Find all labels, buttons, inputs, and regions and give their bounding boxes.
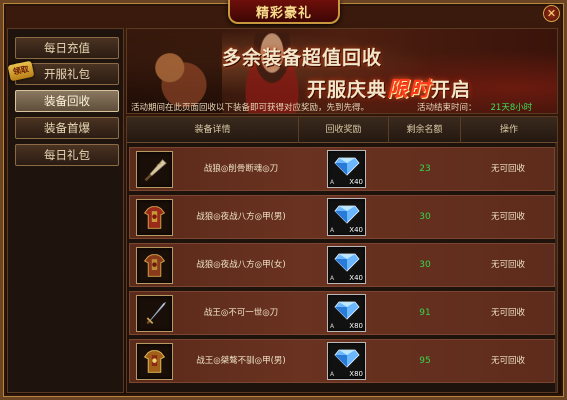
remaining-count: 23	[419, 164, 431, 174]
item-name: 战王◎不可一世◎刀	[203, 308, 279, 318]
diamond-icon	[334, 157, 360, 176]
end-time-label: 活动结束时间：	[417, 103, 477, 113]
banner-line2-pre: 开服庆典	[307, 79, 388, 101]
header-reward: 回收奖励	[299, 117, 389, 143]
gem-grade: A	[330, 275, 335, 282]
recycle-action[interactable]: 无可回收	[463, 340, 553, 382]
diamond-icon	[334, 349, 360, 368]
table-scrollbar[interactable]	[555, 143, 557, 392]
header-action: 操作	[499, 125, 518, 135]
end-time-value: 21天8小时	[490, 103, 533, 113]
item-name: 战狼◎夜战八方◎甲(男)	[196, 212, 286, 222]
header-item: 装备详情	[127, 117, 299, 143]
item-name: 战王◎桀骜不驯◎甲(男)	[196, 356, 286, 366]
item-slot[interactable]	[136, 151, 173, 188]
reward-slot[interactable]: A X40	[327, 198, 366, 236]
recycle-action[interactable]: 无可回收	[463, 292, 553, 334]
remaining-count: 30	[419, 212, 431, 222]
reward-quantity: X80	[349, 370, 363, 378]
tab-daily-gift[interactable]: 每日礼包	[15, 144, 119, 166]
reward-quantity: X40	[349, 226, 363, 234]
tab-first-drop[interactable]: 装备首爆	[15, 117, 119, 139]
close-button[interactable]: ✕	[543, 5, 560, 22]
remaining-count: 91	[419, 308, 431, 318]
armor-icon	[143, 206, 166, 229]
banner-limited: 限时	[387, 77, 432, 101]
banner-line2-post: 开启	[431, 79, 472, 101]
recycle-action[interactable]: 无可回收	[463, 196, 553, 238]
remaining-count: 30	[419, 260, 431, 270]
item-slot[interactable]	[136, 247, 173, 284]
gem-grade: A	[330, 323, 335, 330]
item-name: 战狼◎夜战八方◎甲(女)	[196, 260, 286, 270]
reward-slot[interactable]: A X40	[327, 150, 366, 188]
event-description: 活动期间在此页面回收以下装备即可获得对应奖励，先到先得。	[131, 103, 370, 113]
cleaver-icon	[144, 159, 167, 182]
remaining-count: 95	[419, 356, 431, 366]
table-row: 战狼◎夜战八方◎甲(男) A X40 30 无可回收	[129, 195, 555, 239]
reward-slot[interactable]: A X80	[327, 342, 366, 380]
item-slot[interactable]	[136, 295, 173, 332]
sword-icon	[146, 301, 167, 325]
gem-grade: A	[330, 227, 335, 234]
banner-subheadline: 开服庆典限时开启	[307, 73, 471, 103]
recycle-action[interactable]: 无可回收	[463, 244, 553, 286]
recycle-table: 装备详情 回收奖励 剩余名额 操作 战狼◎削骨断魂◎刀 A X40 23 无可回…	[126, 116, 558, 393]
tab-daily-recharge[interactable]: 每日充值	[15, 37, 119, 59]
reward-quantity: X40	[349, 274, 363, 282]
table-row: 战王◎不可一世◎刀 A X80 91 无可回收	[129, 291, 555, 335]
item-name: 战狼◎削骨断魂◎刀	[203, 164, 279, 174]
header-remaining: 剩余名额	[389, 117, 461, 143]
sidebar: 每日充值 开服礼包 装备回收 装备首爆 每日礼包 领取	[7, 28, 124, 393]
diamond-icon	[334, 205, 360, 224]
banner-headline: 多余装备超值回收	[222, 47, 383, 69]
item-slot[interactable]	[136, 199, 173, 236]
tab-equipment-recycle[interactable]: 装备回收	[15, 90, 119, 112]
table-row: 战狼◎削骨断魂◎刀 A X40 23 无可回收	[129, 147, 555, 191]
dialog-title: 精彩豪礼	[228, 0, 340, 24]
item-slot[interactable]	[136, 343, 173, 380]
reward-slot[interactable]: A X80	[327, 294, 366, 332]
diamond-icon	[334, 253, 360, 272]
table-row: 战王◎桀骜不驯◎甲(男) A X80 95 无可回收	[129, 339, 555, 383]
gem-grade: A	[330, 371, 335, 378]
reward-quantity: X40	[349, 178, 363, 186]
reward-quantity: X80	[349, 322, 363, 330]
recycle-action[interactable]: 无可回收	[463, 148, 553, 190]
table-row: 战狼◎夜战八方◎甲(女) A X40 30 无可回收	[129, 243, 555, 287]
diamond-icon	[334, 301, 360, 320]
reward-slot[interactable]: A X40	[327, 246, 366, 284]
event-end-time: 活动结束时间： 21天8小时	[417, 101, 532, 113]
table-header: 装备详情 回收奖励 剩余名额 操作	[127, 117, 557, 143]
gem-grade: A	[330, 179, 335, 186]
armor-icon	[143, 254, 166, 277]
event-banner: 多余装备超值回收 开服庆典限时开启 活动期间在此页面回收以下装备即可获得对应奖励…	[126, 28, 558, 114]
armor-icon	[143, 350, 166, 373]
